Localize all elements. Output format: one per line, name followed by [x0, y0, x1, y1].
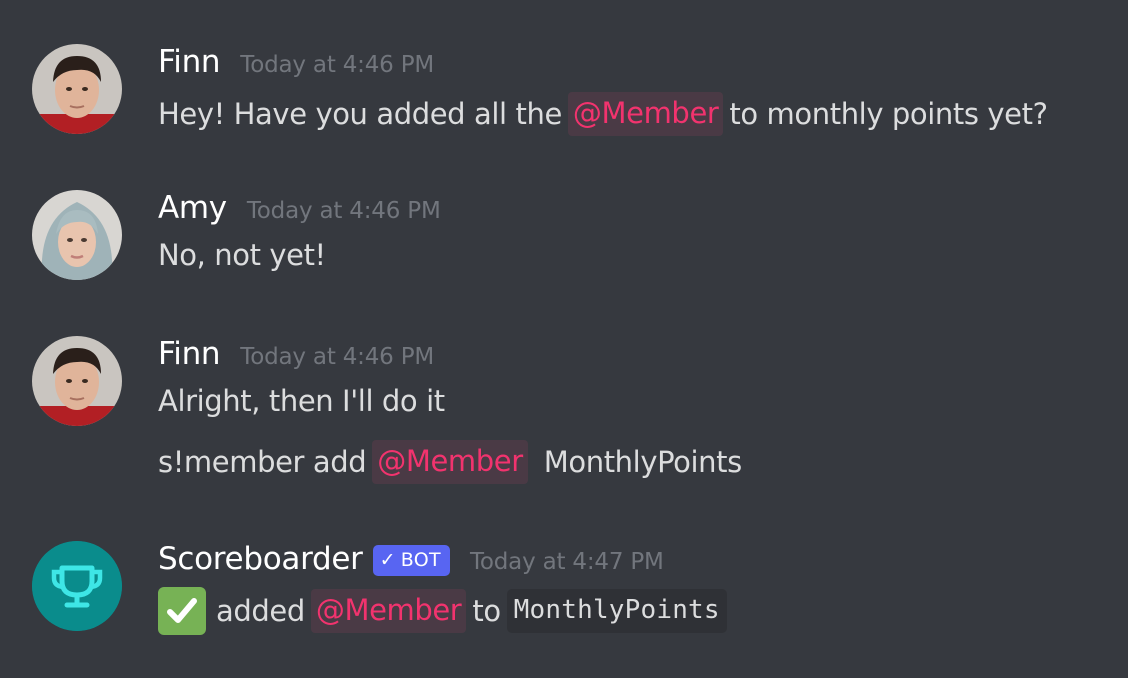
finn-avatar[interactable] — [32, 336, 122, 426]
bot-tag: ✓ BOT — [372, 544, 450, 576]
message-text: Hey! Have you added all the — [158, 97, 562, 131]
inline-code: MonthlyPoints — [506, 589, 727, 633]
role-mention[interactable]: @Member — [372, 440, 528, 484]
role-mention[interactable]: @Member — [567, 92, 724, 136]
timestamp[interactable]: Today at 4:46 PM — [240, 52, 434, 78]
trophy-icon[interactable] — [32, 541, 122, 631]
message-content: Alright, then I'll do it — [158, 384, 445, 418]
message-text: to monthly points yet? — [729, 97, 1048, 131]
amy-avatar[interactable] — [32, 190, 122, 280]
role-mention[interactable]: @Member — [310, 589, 467, 633]
username[interactable]: Amy — [158, 190, 227, 226]
username[interactable]: Finn — [158, 44, 221, 80]
message-content: added @Member to MonthlyPoints — [158, 587, 727, 635]
username[interactable]: Scoreboarder — [158, 541, 363, 577]
timestamp[interactable]: Today at 4:46 PM — [247, 198, 441, 224]
timestamp[interactable]: Today at 4:47 PM — [470, 549, 664, 575]
message-content: s!member add @Member MonthlyPoints — [158, 440, 742, 484]
username[interactable]: Finn — [158, 336, 221, 372]
message-text: s!member add — [158, 445, 367, 479]
message-text: added — [216, 594, 305, 628]
message-content: Hey! Have you added all the @Member to m… — [158, 92, 1048, 136]
message-text: No, not yet! — [158, 238, 326, 272]
check-icon: ✓ — [379, 549, 396, 571]
timestamp[interactable]: Today at 4:46 PM — [240, 344, 434, 370]
message-text: to — [472, 594, 501, 628]
message-content: No, not yet! — [158, 238, 326, 272]
message-text: Alright, then I'll do it — [158, 384, 445, 418]
message-text: MonthlyPoints — [543, 445, 742, 479]
finn-avatar[interactable] — [32, 44, 122, 134]
bot-tag-label: BOT — [400, 549, 441, 571]
white-check-mark-icon — [158, 587, 206, 635]
